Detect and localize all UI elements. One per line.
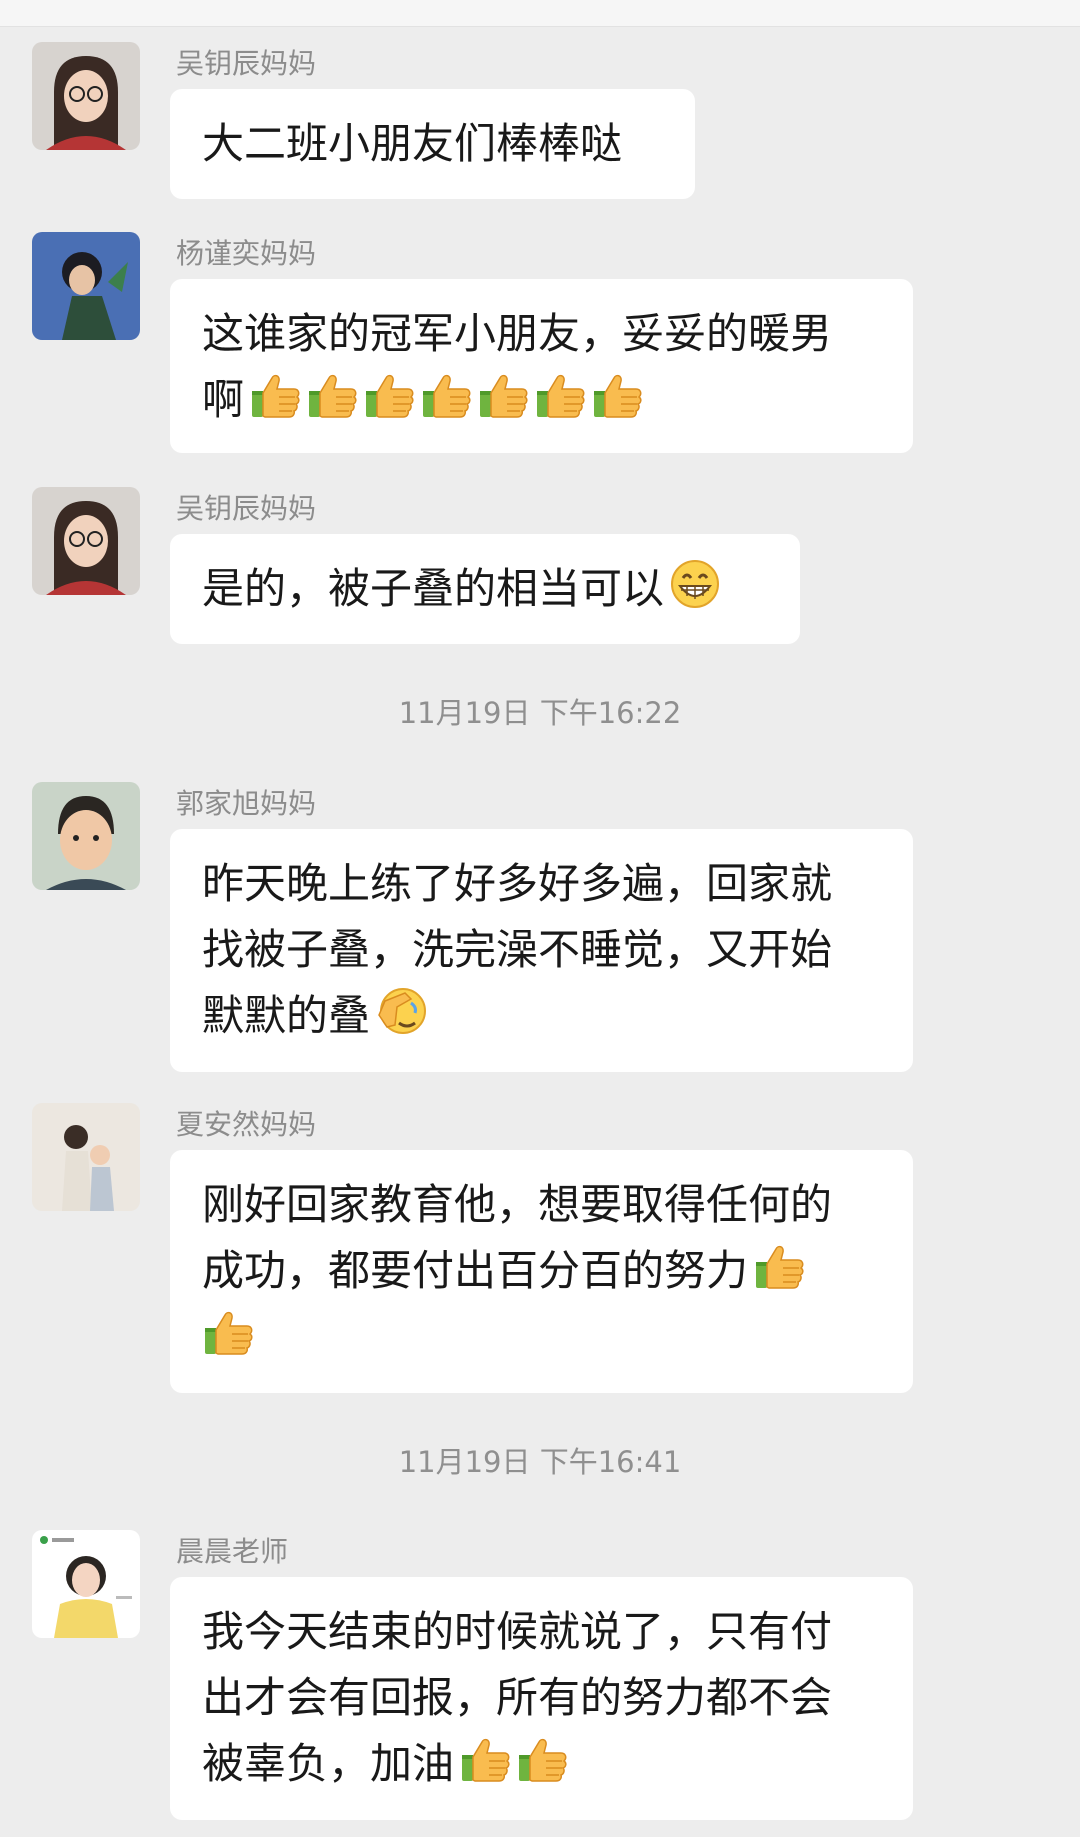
message-text: 默默的叠 — [202, 991, 371, 1040]
top-edge — [0, 0, 1080, 27]
message-text-line: 默默的叠 — [202, 983, 881, 1049]
thumbs-up-emoji — [516, 1733, 568, 1785]
avatar-wu-yaochen-mom[interactable] — [32, 487, 140, 595]
thumbs-up-emoji — [591, 369, 643, 421]
message-text: 刚好回家教育他，想要取得任何的 — [202, 1180, 833, 1229]
message-text: 昨天晚上练了好多好多遍，回家就 — [202, 859, 833, 908]
message-bubble[interactable]: 我今天结束的时候就说了，只有付 出才会有回报，所有的努力都不会 被辜负，加油 — [170, 1577, 913, 1820]
thumbs-up-emoji — [477, 369, 529, 421]
message-text-line: 成功，都要付出百分百的努力 — [202, 1238, 881, 1304]
avatar-wu-yaochen-mom[interactable] — [32, 42, 140, 150]
sender-name: 晨晨老师 — [176, 1535, 289, 1568]
message-text-line: 是的，被子叠的相当可以 — [202, 556, 768, 622]
sender-name: 吴钥辰妈妈 — [176, 47, 317, 80]
thumbs-up-emoji — [306, 369, 358, 421]
message-bubble[interactable]: 昨天晚上练了好多好多遍，回家就 找被子叠，洗完澡不睡觉，又开始 默默的叠 — [170, 829, 913, 1072]
message-text: 我今天结束的时候就说了，只有付 — [202, 1607, 833, 1656]
sender-name: 夏安然妈妈 — [176, 1108, 317, 1141]
thumbs-up-emoji — [459, 1733, 511, 1785]
thumbs-up-emoji — [420, 369, 472, 421]
message-text: 出才会有回报，所有的努力都不会 — [202, 1673, 833, 1722]
avatar-guo-jiaxu-mom[interactable] — [32, 782, 140, 890]
thumbs-up-emoji — [363, 369, 415, 421]
sender-name: 杨谨奕妈妈 — [176, 237, 317, 270]
message-text: 这谁家的冠军小朋友，妥妥的暖男 — [202, 309, 833, 358]
message-text-line — [202, 1304, 881, 1370]
message-bubble[interactable]: 刚好回家教育他，想要取得任何的 成功，都要付出百分百的努力 — [170, 1150, 913, 1393]
avatar-chenchen-teacher[interactable] — [32, 1530, 140, 1638]
message-text: 大二班小朋友们棒棒哒 — [202, 119, 623, 168]
chat-screen: 吴钥辰妈妈 大二班小朋友们棒棒哒 杨谨奕妈妈 这谁家的冠军小朋友，妥妥的暖男 啊… — [0, 0, 1080, 1837]
message-text: 被辜负，加油 — [202, 1739, 455, 1788]
thumbs-up-emoji — [249, 369, 301, 421]
message-text-line: 啊 — [202, 367, 881, 433]
timestamp: 11月19日 下午16:22 — [398, 696, 682, 730]
message-bubble[interactable]: 大二班小朋友们棒棒哒 — [170, 89, 695, 199]
thumbs-up-emoji — [202, 1306, 254, 1358]
facepalm-emoji — [375, 985, 427, 1037]
message-text: 是的，被子叠的相当可以 — [202, 564, 665, 613]
avatar-xia-anran-mom[interactable] — [32, 1103, 140, 1211]
timestamp: 11月19日 下午16:41 — [398, 1445, 682, 1479]
sender-name: 郭家旭妈妈 — [176, 787, 317, 820]
message-bubble[interactable]: 是的，被子叠的相当可以 — [170, 534, 800, 644]
avatar-yang-jinyi-mom[interactable] — [32, 232, 140, 340]
sender-name: 吴钥辰妈妈 — [176, 492, 317, 525]
message-text: 成功，都要付出百分百的努力 — [202, 1246, 749, 1295]
message-text-line: 被辜负，加油 — [202, 1731, 881, 1797]
grin-emoji — [669, 558, 721, 610]
message-bubble[interactable]: 这谁家的冠军小朋友，妥妥的暖男 啊 — [170, 279, 913, 453]
thumbs-up-emoji — [753, 1240, 805, 1292]
message-text: 找被子叠，洗完澡不睡觉，又开始 — [202, 925, 833, 974]
thumbs-up-emoji — [534, 369, 586, 421]
message-text: 啊 — [202, 375, 245, 424]
